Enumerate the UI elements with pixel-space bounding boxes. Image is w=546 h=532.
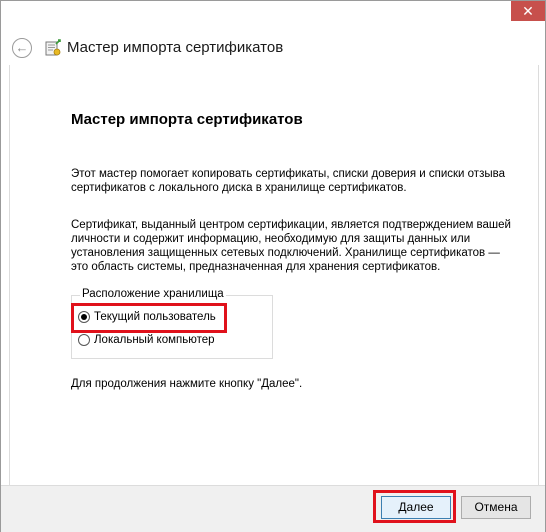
- description-text: Сертификат, выданный центром сертификаци…: [71, 219, 511, 273]
- title-bar: ✕ ← Мастер импорта сертификатов: [1, 1, 545, 65]
- highlight-next-button: [373, 490, 456, 523]
- certificate-icon: [45, 39, 61, 56]
- close-icon[interactable]: ✕: [511, 1, 545, 21]
- wizard-content: Мастер импорта сертификатов Этот мастер …: [9, 65, 539, 485]
- window-title: Мастер импорта сертификатов: [67, 39, 284, 56]
- page-heading: Мастер импорта сертификатов: [71, 111, 303, 128]
- highlight-current-user: [71, 303, 227, 333]
- certificate-import-wizard-window: ✕ ← Мастер импорта сертификатов Мастер и…: [0, 0, 546, 532]
- radio-button-unchecked[interactable]: [78, 334, 90, 346]
- intro-text: Этот мастер помогает копировать сертифик…: [71, 168, 505, 194]
- cancel-button[interactable]: Отмена: [461, 496, 531, 519]
- back-arrow-icon[interactable]: ←: [12, 38, 32, 58]
- store-location-legend: Расположение хранилища: [80, 288, 226, 300]
- continue-hint: Для продолжения нажмите кнопку "Далее".: [71, 378, 303, 390]
- button-bar: Далее Отмена: [1, 485, 545, 532]
- radio-local-machine[interactable]: Локальный компьютер: [78, 333, 215, 347]
- radio-local-machine-label[interactable]: Локальный компьютер: [94, 334, 215, 346]
